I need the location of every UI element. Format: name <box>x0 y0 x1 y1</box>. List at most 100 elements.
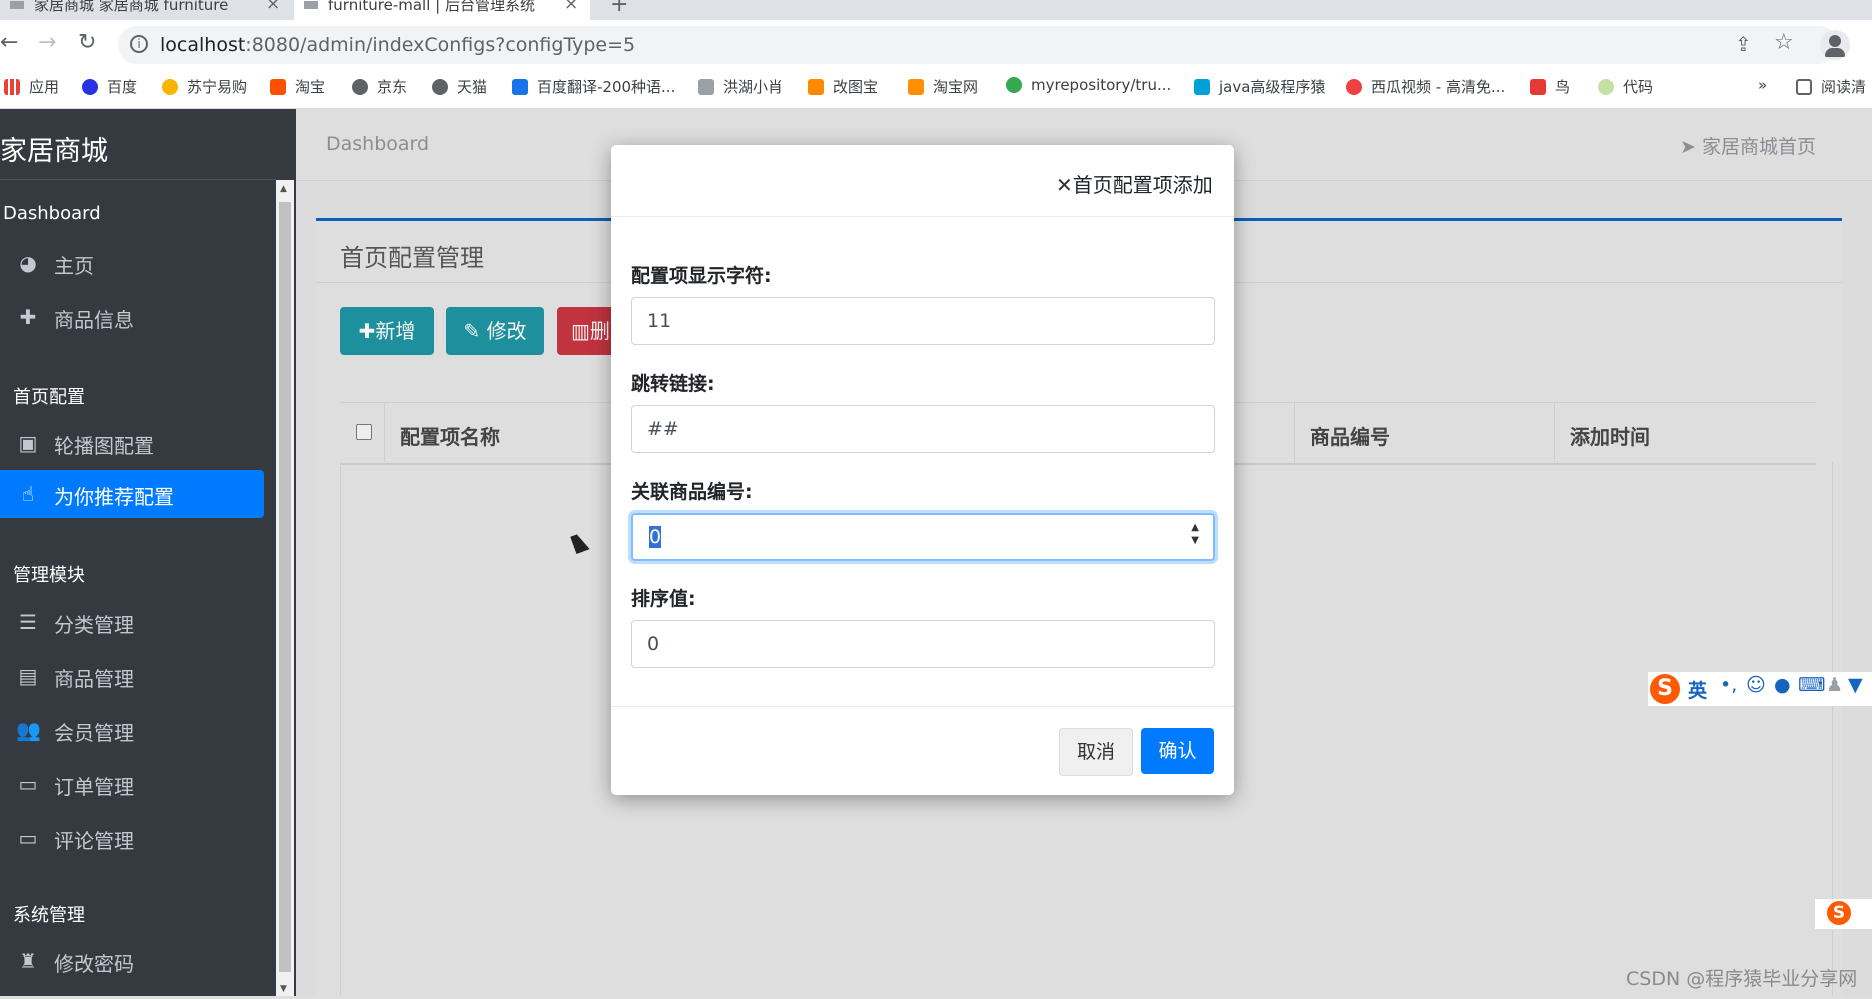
bookmark-apps[interactable]: 应用 <box>4 76 59 97</box>
field-label-sort-value: 排序值: <box>631 588 696 610</box>
tab-favicon-icon <box>304 1 318 9</box>
bookmark-item[interactable]: 改图宝 <box>808 76 878 97</box>
close-icon[interactable]: ✕ <box>1056 173 1073 197</box>
baidu-icon <box>82 79 98 95</box>
bookmark-item[interactable]: 淘宝网 <box>908 76 978 97</box>
tab-favicon-icon <box>10 1 24 9</box>
bookmark-item[interactable]: myrepository/tru... <box>1006 76 1171 94</box>
trash-icon: ▥ <box>571 319 590 343</box>
brand-title[interactable]: 家居商城 <box>0 129 108 168</box>
display-text-input[interactable]: 11 <box>631 297 1215 345</box>
sidebar-item-category[interactable]: ☰ 分类管理 <box>0 598 264 646</box>
modal-header-divider <box>611 216 1234 217</box>
sidebar-item-carousel[interactable]: ▣ 轮播图配置 <box>0 419 264 467</box>
sidebar-item-goods[interactable]: ▤ 商品管理 <box>0 652 264 700</box>
sidebar-section-index-config: 首页配置 <box>13 387 85 408</box>
scroll-up-icon[interactable]: ▲ <box>280 184 287 194</box>
bookmarks-more-icon[interactable]: » <box>1758 76 1767 94</box>
url-text[interactable]: localhost:8080/admin/indexConfigs?config… <box>160 34 635 56</box>
ime-mic-icon[interactable]: ● <box>1774 674 1791 696</box>
back-icon[interactable]: ← <box>0 30 18 55</box>
bookmark-item[interactable]: 西瓜视频 - 高清免... <box>1346 76 1505 97</box>
reading-list[interactable]: 阅读清 <box>1796 76 1866 97</box>
sidebar-item-comments[interactable]: ▭ 评论管理 <box>0 814 264 862</box>
field-label-display-text: 配置项显示字符: <box>631 265 772 287</box>
translate-icon <box>512 79 528 95</box>
number-spinner[interactable]: ▲ ▼ <box>1191 521 1199 547</box>
breadcrumb[interactable]: Dashboard <box>326 133 429 155</box>
home-link[interactable]: ➤ 家居商城首页 <box>1680 132 1816 159</box>
bird-icon <box>1530 79 1546 95</box>
goods-id-value: 0 <box>649 526 662 548</box>
hand-pointer-icon: ☝ <box>21 482 35 506</box>
bookmark-item[interactable]: 苏宁易购 <box>162 76 247 97</box>
sidebar: 家居商城 Dashboard ◕ 主页 ✚ 商品信息 首页配置 ▣ 轮播图配置 ☝ 为你… <box>0 109 296 996</box>
info-icon[interactable]: i <box>130 35 148 53</box>
bilibili-icon <box>1194 79 1210 95</box>
modal-header: ✕首页配置项添加 <box>1056 169 1213 198</box>
ime-user-icon[interactable]: ♟ <box>1826 674 1843 696</box>
ime-punct-icon[interactable]: •, <box>1720 674 1737 696</box>
bookmark-item[interactable]: java高级程序猿 <box>1194 76 1325 97</box>
sidebar-item-home[interactable]: ◕ 主页 <box>0 239 264 287</box>
cancel-button[interactable]: 取消 <box>1059 728 1133 776</box>
browser-tab-active[interactable]: furniture-mall | 后台管理系统 <box>294 0 590 20</box>
bookmark-item[interactable]: 京东 <box>352 76 407 97</box>
ime-lang-toggle[interactable]: 英 <box>1688 676 1707 703</box>
bookmark-item[interactable]: 代码 <box>1598 76 1653 97</box>
bookmark-item[interactable]: 洪湖小肖 <box>698 76 783 97</box>
ime-emoji-icon[interactable]: ☺ <box>1746 674 1766 696</box>
profile-avatar[interactable] <box>1820 30 1850 60</box>
ime-keyboard-icon[interactable]: ⌨ <box>1798 674 1825 696</box>
sidebar-item-orders[interactable]: ▭ 订单管理 <box>0 760 264 808</box>
tab-close-icon[interactable]: × <box>564 0 578 14</box>
plus-icon: ✚ <box>19 305 37 329</box>
share-icon[interactable]: ⇪ <box>1735 32 1752 56</box>
tab-close-icon[interactable]: × <box>266 0 280 14</box>
goods-id-input[interactable]: 0 ▲ ▼ <box>631 513 1215 561</box>
brand-divider <box>0 179 276 180</box>
confirm-button[interactable]: 确认 <box>1141 728 1214 774</box>
sidebar-item-goods-info[interactable]: ✚ 商品信息 <box>0 293 264 341</box>
sidebar-scrollbar[interactable]: ▲ ▼ <box>276 180 294 996</box>
forward-icon[interactable]: → <box>38 30 56 55</box>
browser-tab[interactable]: 家居商城 家居商城 furniture <box>0 0 290 20</box>
scroll-down-icon[interactable]: ▼ <box>280 984 287 994</box>
bookmark-item[interactable]: 百度 <box>82 76 137 97</box>
redirect-url-input[interactable]: ## <box>631 405 1215 453</box>
money-icon: ▭ <box>18 826 38 850</box>
bookmark-item[interactable]: 百度翻译-200种语... <box>512 76 675 97</box>
ime-skin-icon[interactable]: ▼ <box>1848 674 1863 696</box>
bookmark-item[interactable]: 淘宝 <box>270 76 325 97</box>
reload-icon[interactable]: ↻ <box>78 30 96 55</box>
bookmark-item[interactable]: 鸟 <box>1530 76 1570 97</box>
field-label-redirect-url: 跳转链接: <box>631 373 715 395</box>
select-all-checkbox[interactable] <box>356 424 372 440</box>
ime-mini-toolbar[interactable]: S <box>1814 898 1872 930</box>
reading-list-icon <box>1796 79 1812 95</box>
column-header-name: 配置项名称 <box>400 425 500 449</box>
edit-button[interactable]: ✎ 修改 <box>446 307 544 355</box>
sogou-icon[interactable]: S <box>1650 674 1680 704</box>
modal-title: 首页配置项添加 <box>1072 173 1213 197</box>
column-header-goods-id: 商品编号 <box>1310 425 1390 449</box>
star-icon[interactable]: ☆ <box>1774 30 1794 55</box>
bookmark-item[interactable]: 天猫 <box>432 76 487 97</box>
add-button[interactable]: ✚新增 <box>340 307 434 355</box>
sidebar-item-members[interactable]: 👥 会员管理 <box>0 706 264 754</box>
sidebar-section-system: 系统管理 <box>13 905 85 926</box>
column-divider <box>384 402 385 462</box>
sidebar-item-recommend[interactable]: ☝ 为你推荐配置 <box>0 470 264 518</box>
user-secret-icon: ♜ <box>19 949 37 973</box>
xigua-icon <box>1346 79 1362 95</box>
column-divider <box>1554 402 1555 462</box>
sort-value-input[interactable]: 0 <box>631 620 1215 668</box>
sidebar-item-password[interactable]: ♜ 修改密码 <box>0 937 264 985</box>
sidebar-section-dashboard: Dashboard <box>3 203 101 224</box>
card-title: 首页配置管理 <box>340 244 484 272</box>
new-tab-button[interactable]: + <box>610 0 628 17</box>
chrome-icon <box>1006 77 1022 93</box>
scrollbar-thumb[interactable] <box>279 202 291 972</box>
delete-button[interactable]: ▥删 <box>557 307 617 355</box>
users-icon: 👥 <box>16 718 41 742</box>
